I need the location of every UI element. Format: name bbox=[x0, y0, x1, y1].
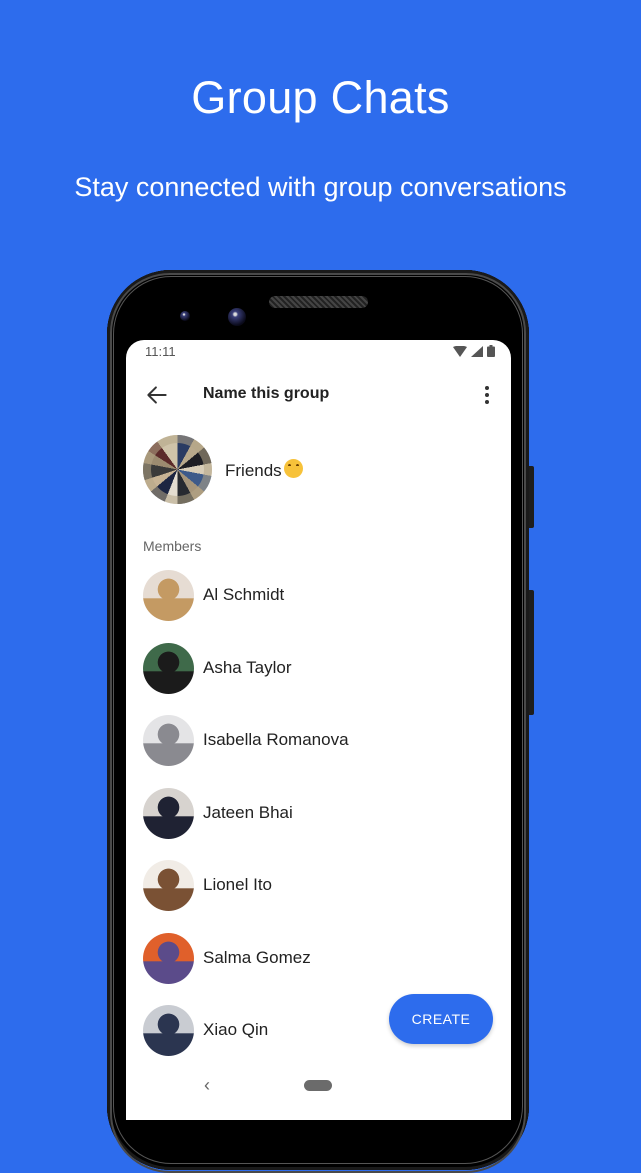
group-name-text: Friends bbox=[225, 461, 282, 480]
more-vert-icon bbox=[485, 386, 489, 404]
member-avatar bbox=[143, 715, 194, 766]
member-name: Asha Taylor bbox=[203, 657, 292, 677]
signal-icon bbox=[471, 345, 483, 357]
member-avatar bbox=[143, 642, 194, 694]
status-bar: 11:11 bbox=[145, 344, 495, 362]
group-avatar[interactable] bbox=[143, 435, 212, 504]
more-options-button[interactable] bbox=[477, 382, 497, 408]
member-avatar bbox=[143, 932, 194, 984]
member-avatar bbox=[143, 787, 194, 839]
member-avatar bbox=[143, 860, 194, 911]
nav-back-icon[interactable]: ‹ bbox=[204, 1075, 210, 1096]
battery-icon bbox=[487, 345, 495, 357]
member-name: Salma Gomez bbox=[203, 947, 311, 967]
members-label: Members bbox=[143, 538, 202, 554]
member-name: Xiao Qin bbox=[203, 1020, 269, 1039]
group-name-field[interactable]: Friends bbox=[225, 459, 303, 481]
wifi-icon bbox=[453, 345, 467, 357]
system-nav-bar: ‹ bbox=[126, 1073, 511, 1097]
member-item[interactable]: Asha Taylor bbox=[143, 642, 511, 695]
member-avatar bbox=[143, 1005, 194, 1056]
member-avatar bbox=[143, 570, 194, 621]
phone-sensor bbox=[180, 311, 190, 321]
group-header: Friends bbox=[143, 435, 494, 505]
hugging-face-emoji-icon bbox=[283, 459, 303, 478]
member-item[interactable]: Isabella Romanova bbox=[143, 715, 511, 767]
phone-volume-button bbox=[529, 590, 534, 715]
app-bar: Name this group bbox=[126, 378, 511, 412]
member-item[interactable]: Al Schmidt bbox=[143, 570, 511, 622]
hero-subtitle: Stay connected with group conversations bbox=[74, 172, 567, 202]
member-name: Al Schmidt bbox=[203, 585, 285, 604]
member-item[interactable]: Jateen Bhai bbox=[143, 787, 511, 840]
phone-screen: 11:11 Name this group Friends Members Al… bbox=[126, 340, 511, 1120]
member-item[interactable]: Lionel Ito bbox=[143, 860, 511, 912]
member-name: Isabella Romanova bbox=[203, 730, 349, 749]
nav-home-pill[interactable] bbox=[304, 1080, 332, 1091]
page-title: Name this group bbox=[203, 385, 330, 402]
create-button[interactable]: CREATE bbox=[389, 994, 493, 1044]
status-time: 11:11 bbox=[145, 344, 176, 359]
phone-power-button bbox=[529, 466, 534, 528]
back-button[interactable] bbox=[144, 382, 170, 408]
hero-title: Group Chats bbox=[191, 72, 450, 123]
phone-camera bbox=[228, 308, 246, 326]
member-item[interactable]: Salma Gomez bbox=[143, 932, 511, 985]
member-name: Jateen Bhai bbox=[203, 802, 293, 822]
member-name: Lionel Ito bbox=[203, 875, 272, 894]
phone-speaker bbox=[269, 296, 368, 308]
arrow-back-icon bbox=[147, 386, 167, 404]
